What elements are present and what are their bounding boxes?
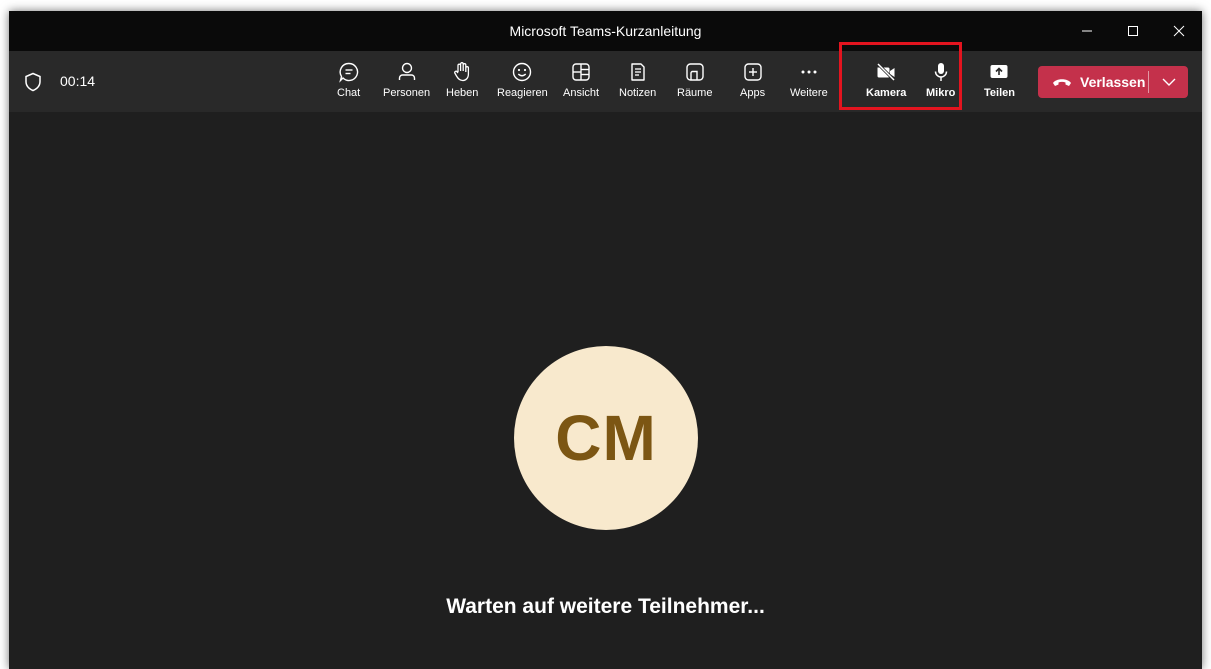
people-label: Personen: [383, 87, 431, 99]
react-button[interactable]: Reagieren: [497, 61, 548, 107]
title-bar: Microsoft Teams-Kurzanleitung: [9, 11, 1202, 51]
notes-icon: [630, 63, 645, 81]
apps-add-icon: [743, 63, 762, 81]
meeting-stage: CM Warten auf weitere Teilnehmer...: [9, 112, 1202, 669]
minimize-icon: [1082, 30, 1092, 32]
chat-button[interactable]: Chat: [337, 61, 360, 107]
leave-options-dropdown[interactable]: [1149, 66, 1188, 98]
notes-button[interactable]: Notizen: [619, 61, 656, 107]
hang-up-icon: [1053, 79, 1071, 86]
chat-icon: [338, 62, 358, 83]
share-label: Teilen: [984, 87, 1015, 99]
leave-button-group: Verlassen: [1038, 66, 1188, 98]
more-ellipsis-icon: [801, 70, 817, 74]
window-title: Microsoft Teams-Kurzanleitung: [509, 23, 702, 39]
camera-button[interactable]: Kamera: [866, 61, 906, 107]
more-label: Weitere: [790, 87, 828, 99]
shield-icon[interactable]: [24, 72, 42, 92]
maximize-button[interactable]: [1110, 11, 1156, 51]
minimize-button[interactable]: [1064, 11, 1110, 51]
raise-hand-label: Heben: [446, 87, 479, 99]
waiting-message: Warten auf weitere Teilnehmer...: [446, 595, 765, 618]
react-emoji-icon: [513, 62, 532, 82]
apps-button[interactable]: Apps: [740, 61, 765, 107]
leave-button[interactable]: Verlassen: [1038, 66, 1148, 98]
more-button[interactable]: Weitere: [790, 61, 828, 107]
maximize-icon: [1128, 26, 1138, 36]
rooms-button[interactable]: Räume: [677, 61, 712, 107]
raise-hand-button[interactable]: Heben: [446, 61, 478, 107]
close-icon: [1173, 25, 1185, 37]
people-button[interactable]: Personen: [383, 61, 430, 107]
react-label: Reagieren: [497, 87, 548, 99]
breakout-rooms-icon: [686, 63, 704, 81]
microphone-button[interactable]: Mikro: [926, 61, 955, 107]
close-button[interactable]: [1156, 11, 1202, 51]
avatar-initials: CM: [555, 402, 657, 474]
notes-label: Notizen: [619, 87, 657, 99]
chevron-down-icon: [1162, 78, 1175, 86]
apps-label: Apps: [740, 87, 766, 99]
share-screen-icon: [990, 65, 1008, 78]
view-label: Ansicht: [563, 87, 600, 99]
rooms-label: Räume: [677, 87, 713, 99]
leave-label: Verlassen: [1080, 74, 1146, 90]
camera-off-icon: [877, 62, 896, 82]
microphone-icon: [934, 63, 947, 81]
share-button[interactable]: Teilen: [984, 61, 1015, 107]
people-icon: [398, 62, 415, 80]
raise-hand-icon: [454, 62, 470, 82]
chat-label: Chat: [337, 87, 361, 99]
meeting-timer: 00:14: [60, 73, 96, 89]
microphone-label: Mikro: [926, 87, 956, 99]
view-button[interactable]: Ansicht: [563, 61, 599, 107]
camera-label: Kamera: [866, 87, 907, 99]
meeting-toolbar: 00:14 Chat Personen Heben Reagieren Ansi…: [9, 51, 1202, 112]
avatar: CM: [514, 346, 698, 530]
teams-window: Microsoft Teams-Kurzanleitung 00:14 Chat…: [9, 11, 1202, 669]
view-layout-icon: [572, 63, 590, 81]
